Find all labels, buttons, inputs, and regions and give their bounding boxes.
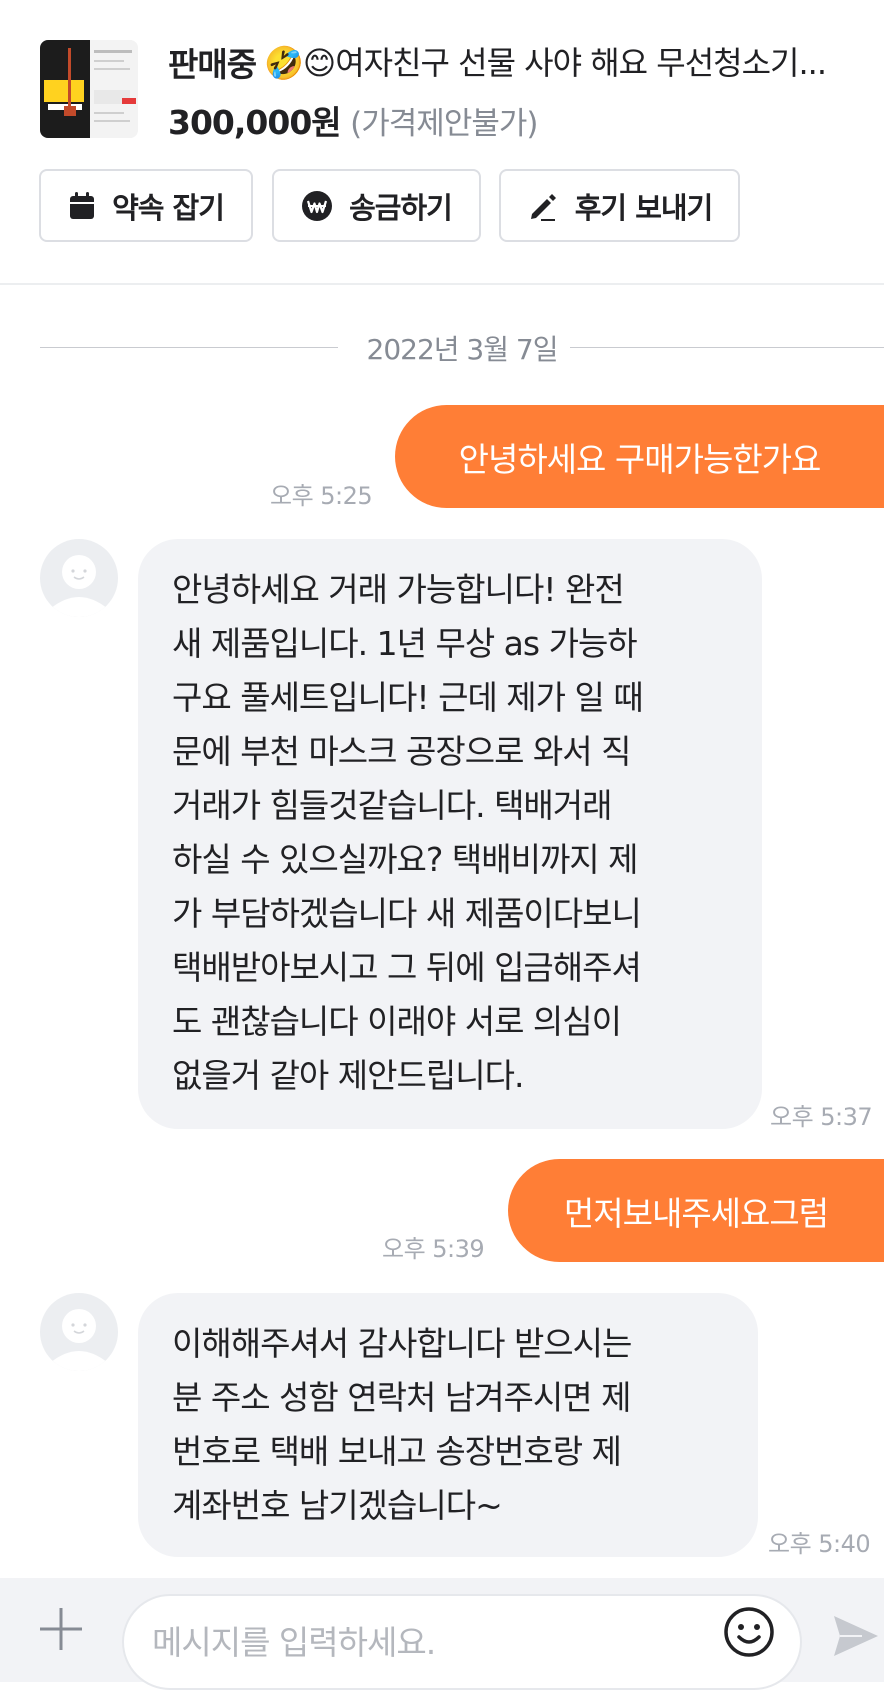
outgoing-message[interactable]: 먼저보내주세요그럼 [508,1159,884,1262]
default-avatar-icon [41,1294,117,1371]
date-divider: 2022년 3월 7일 [40,328,884,368]
price-note: (가격제안불가) [350,106,538,142]
message-line: 새 제품입니다. 1년 무상 as 가능하 [172,624,638,663]
avatar[interactable] [40,539,118,617]
message-line: 거래가 힘들것같습니다. 택배거래 [172,786,613,825]
send-icon[interactable] [832,1612,880,1660]
product-image-icon [40,40,138,138]
message-time: 오후 5:39 [382,1235,485,1263]
message-composer [0,1578,884,1690]
message-input[interactable] [150,1616,714,1668]
message-line: 없을거 같아 제안드립니다. [172,1056,524,1095]
message-time: 오후 5:40 [768,1530,871,1558]
message-line: 계좌번호 남기겠습니다~ [172,1486,503,1525]
incoming-message[interactable]: 이해해주셔서 감사합니다 받으시는 분 주소 성함 연락처 남겨주시면 제 번호… [138,1293,758,1557]
message-line: 분 주소 성함 연락처 남겨주시면 제 [172,1378,632,1417]
message-line: 도 괜찮습니다 이래야 서로 의심이 [172,1002,622,1041]
outgoing-message[interactable]: 안녕하세요 구매가능한가요 [395,405,884,508]
incoming-message[interactable]: 안녕하세요 거래 가능합니다! 완전 새 제품입니다. 1년 무상 as 가능하… [138,539,762,1129]
message-line: 안녕하세요 거래 가능합니다! 완전 [172,570,625,609]
send-review-label: 후기 보내기 [574,190,713,225]
send-review-button[interactable]: 후기 보내기 [499,169,740,242]
make-appointment-label: 약속 잡기 [112,190,225,225]
avatar[interactable] [40,1293,118,1371]
message-line: 번호로 택배 보내고 송장번호랑 제 [172,1432,622,1471]
plus-icon[interactable] [38,1606,84,1652]
message-line: 가 부담하겠습니다 새 제품이다보니 [172,894,642,933]
calendar-icon [70,191,95,219]
product-title[interactable]: 🤣😊여자친구 선물 사야 해요 무선청소기... [264,38,879,84]
default-avatar-icon [41,540,117,617]
sale-status: 판매중 [168,45,257,84]
chat-date: 2022년 3월 7일 [360,333,564,366]
product-header: 판매중 🤣😊여자친구 선물 사야 해요 무선청소기... 300,000원 (가… [0,0,884,285]
message-line: 구요 풀세트입니다! 근데 제가 일 때 [172,678,644,717]
pencil-icon [530,193,556,221]
message-line: 문에 부천 마스크 공장으로 와서 직 [172,732,632,771]
product-price: 300,000원 [168,103,342,142]
message-line: 하실 수 있으실까요? 택배비까지 제 [172,840,639,879]
product-thumbnail[interactable] [40,40,138,138]
message-time: 오후 5:25 [270,482,373,510]
price-row: 300,000원 (가격제안불가) [168,96,538,144]
message-input-wrapper [122,1594,802,1690]
message-time: 오후 5:37 [770,1103,873,1131]
won-pay-icon [302,190,333,221]
emoji-icon[interactable] [721,1604,777,1660]
message-line: 이해해주셔서 감사합니다 받으시는 [172,1324,632,1363]
send-money-button[interactable]: 송금하기 [272,169,481,242]
message-line: 택배받아보시고 그 뒤에 입금해주셔 [172,948,642,987]
make-appointment-button[interactable]: 약속 잡기 [39,169,253,242]
send-money-label: 송금하기 [349,190,453,225]
